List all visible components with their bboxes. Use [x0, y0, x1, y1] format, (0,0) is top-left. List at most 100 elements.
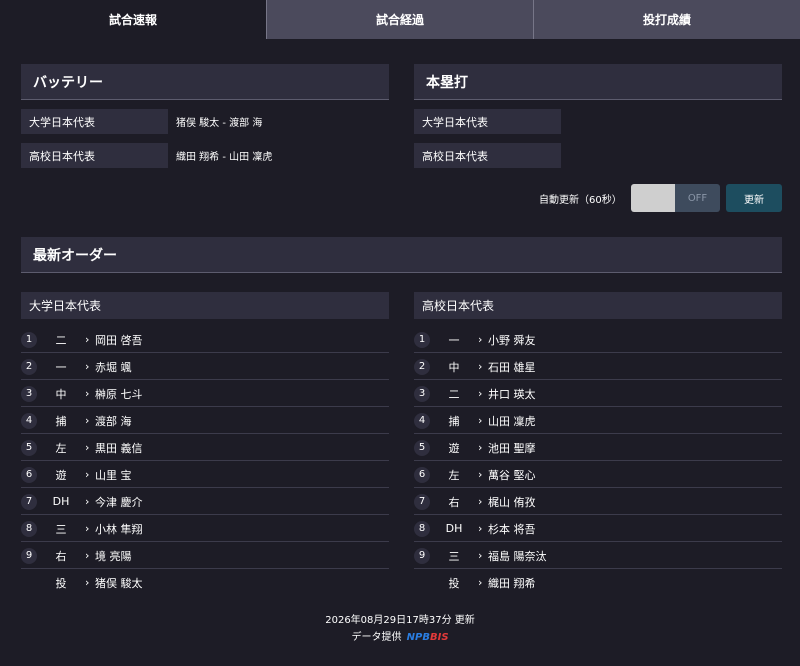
battery-value: 猪俣 駿太 - 渡部 海 — [176, 118, 263, 129]
list-item: 3 二 › 井口 瑛太 — [414, 381, 782, 407]
list-item: 5 遊 › 池田 聖摩 — [414, 435, 782, 461]
fielding-position: 左 — [55, 441, 67, 455]
chevron-right-icon: › — [478, 414, 483, 427]
batting-order-number: 7 — [414, 493, 430, 510]
fielding-position: 中 — [448, 360, 460, 374]
fielding-position: 二 — [448, 387, 460, 401]
batting-order-number: 3 — [414, 385, 430, 402]
list-item: 2 中 › 石田 雄星 — [414, 354, 782, 380]
fielding-position: 三 — [448, 549, 460, 563]
player-link[interactable]: 萬谷 堅心 — [488, 467, 536, 483]
player-link[interactable]: 梶山 侑孜 — [488, 494, 536, 510]
list-item: 2 一 › 赤堀 颯 — [21, 354, 389, 380]
refresh-button[interactable]: 更新 — [726, 184, 782, 212]
player-link[interactable]: 杉本 将吾 — [488, 521, 536, 537]
list-item: 7 DH › 今津 慶介 — [21, 489, 389, 515]
player-link[interactable]: 渡部 海 — [95, 413, 132, 429]
toggle-knob — [631, 184, 675, 212]
batting-order-number: 6 — [21, 466, 37, 483]
data-provider-label: データ提供 — [351, 632, 402, 643]
batting-order-number — [414, 575, 430, 591]
fielding-position: 遊 — [55, 468, 67, 482]
batting-order-number: 7 — [21, 493, 37, 510]
chevron-right-icon: › — [478, 522, 483, 535]
player-link[interactable]: 猪俣 駿太 — [95, 575, 143, 591]
chevron-right-icon: › — [478, 468, 483, 481]
fielding-position: 投 — [55, 576, 67, 590]
player-link[interactable]: 岡田 啓吾 — [95, 332, 143, 348]
list-item: 8 DH › 杉本 将吾 — [414, 516, 782, 542]
fielding-position: DH — [445, 522, 463, 535]
player-link[interactable]: 井口 瑛太 — [488, 386, 536, 402]
list-item: 4 捕 › 山田 凜虎 — [414, 408, 782, 434]
player-link[interactable]: 榊原 七斗 — [95, 386, 143, 402]
player-link[interactable]: 福島 陽奈汰 — [488, 548, 547, 564]
player-link[interactable]: 小野 舜友 — [488, 332, 536, 348]
batting-order-number: 5 — [414, 439, 430, 456]
chevron-right-icon: › — [478, 387, 483, 400]
player-link[interactable]: 池田 聖摩 — [488, 440, 536, 456]
battery-team-label: 高校日本代表 — [21, 143, 168, 168]
batting-order-number: 3 — [21, 385, 37, 402]
batting-order-number: 1 — [21, 331, 37, 348]
lineup-list: 1 一 › 小野 舜友 2 中 › 石田 雄星 3 二 › 井口 瑛太 4 捕 › 山田 凜虎 5 遊 › 池田 聖摩… — [414, 327, 782, 596]
team-name: 高校日本代表 — [414, 292, 782, 319]
player-link[interactable]: 石田 雄星 — [488, 359, 536, 375]
tab-progress[interactable]: 試合経過 — [266, 0, 533, 39]
batting-order-number: 1 — [414, 331, 430, 348]
fielding-position: 右 — [448, 495, 460, 509]
fielding-position: 捕 — [448, 414, 460, 428]
list-item: 8 三 › 小林 隼翔 — [21, 516, 389, 542]
batting-order-number: 8 — [414, 520, 430, 537]
chevron-right-icon: › — [85, 468, 90, 481]
chevron-right-icon: › — [85, 576, 90, 589]
chevron-right-icon: › — [478, 441, 483, 454]
player-link[interactable]: 山里 宝 — [95, 467, 132, 483]
fielding-position: 一 — [448, 333, 460, 347]
chevron-right-icon: › — [85, 414, 90, 427]
chevron-right-icon: › — [85, 387, 90, 400]
update-timestamp: 2026年08月29日17時37分 更新 — [325, 615, 475, 626]
batting-order-number: 4 — [21, 412, 37, 429]
batting-order-number: 4 — [414, 412, 430, 429]
list-item: 6 遊 › 山里 宝 — [21, 462, 389, 488]
toggle-state: OFF — [675, 184, 720, 212]
data-provider: データ提供 NPBBIS — [0, 628, 800, 643]
order-title: 最新オーダー — [21, 237, 782, 273]
chevron-right-icon: › — [85, 522, 90, 535]
list-item: 3 中 › 榊原 七斗 — [21, 381, 389, 407]
chevron-right-icon: › — [478, 495, 483, 508]
fielding-position: DH — [52, 495, 70, 508]
fielding-position: 三 — [55, 522, 67, 536]
tab-live[interactable]: 試合速報 — [0, 0, 266, 39]
player-link[interactable]: 山田 凜虎 — [488, 413, 536, 429]
homerun-title: 本塁打 — [414, 64, 782, 100]
batting-order-number: 2 — [21, 358, 37, 375]
tab-bar: 試合速報 試合経過 投打成績 — [0, 0, 800, 39]
fielding-position: 右 — [55, 549, 67, 563]
tab-stats[interactable]: 投打成績 — [533, 0, 800, 39]
list-item: 4 捕 › 渡部 海 — [21, 408, 389, 434]
player-link[interactable]: 境 亮陽 — [95, 548, 132, 564]
fielding-position: 一 — [55, 360, 67, 374]
fielding-position: 投 — [448, 576, 460, 590]
batting-order-number: 8 — [21, 520, 37, 537]
list-item: 9 右 › 境 亮陽 — [21, 543, 389, 569]
player-link[interactable]: 小林 隼翔 — [95, 521, 143, 537]
npb-bis-logo[interactable]: NPBBIS — [407, 632, 449, 643]
chevron-right-icon: › — [85, 495, 90, 508]
auto-refresh-toggle[interactable]: OFF — [631, 184, 720, 212]
chevron-right-icon: › — [85, 549, 90, 562]
battery-title: バッテリー — [21, 64, 389, 100]
player-link[interactable]: 赤堀 颯 — [95, 359, 132, 375]
player-link[interactable]: 黒田 義信 — [95, 440, 143, 456]
fielding-position: 二 — [55, 333, 67, 347]
chevron-right-icon: › — [85, 333, 90, 346]
fielding-position: 遊 — [448, 441, 460, 455]
homerun-team-label: 高校日本代表 — [414, 143, 561, 168]
player-link[interactable]: 今津 慶介 — [95, 494, 143, 510]
player-link[interactable]: 織田 翔希 — [488, 575, 536, 591]
batting-order-number — [21, 575, 37, 591]
fielding-position: 捕 — [55, 414, 67, 428]
battery-value: 織田 翔希 - 山田 凜虎 — [176, 152, 273, 163]
